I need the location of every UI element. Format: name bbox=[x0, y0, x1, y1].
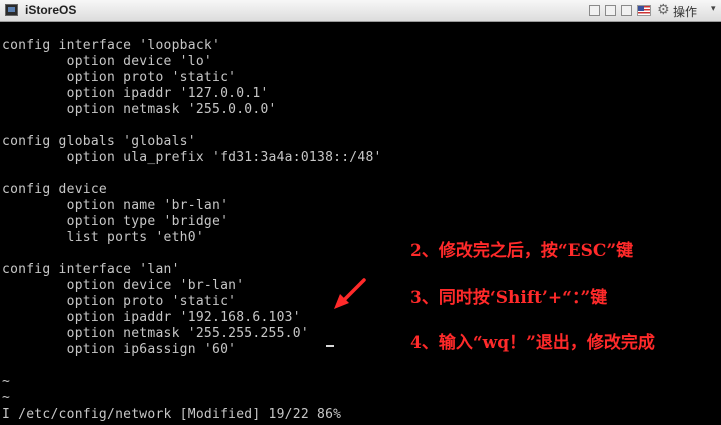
annotation-step-3: 3、同时按‘Shift’+“：”键 bbox=[410, 288, 608, 308]
terminal-line: option ip6assign '60' bbox=[2, 342, 237, 357]
terminal-line: option netmask '255.0.0.0' bbox=[2, 102, 277, 117]
chevron-down-icon[interactable]: ▾ bbox=[711, 4, 716, 14]
annotation-step-2: 2、修改完之后，按“ESC”键 bbox=[410, 241, 634, 261]
window-title: iStoreOS bbox=[25, 3, 77, 17]
terminal-line: option ula_prefix 'fd31:3a4a:0138::/48' bbox=[2, 150, 382, 165]
terminal-icon bbox=[5, 4, 18, 16]
terminal-line: option proto 'static' bbox=[2, 70, 237, 85]
window-control-button[interactable] bbox=[605, 5, 616, 16]
terminal-line: option device 'br-lan' bbox=[2, 278, 245, 293]
red-arrow-icon bbox=[334, 278, 366, 309]
terminal-line: option type 'bridge' bbox=[2, 214, 229, 229]
window-control-button[interactable] bbox=[621, 5, 632, 16]
terminal-line: option device 'lo' bbox=[2, 54, 212, 69]
terminal-screen[interactable]: config interface 'loopback' option devic… bbox=[0, 22, 721, 425]
vim-status-line: I /etc/config/network [Modified] 19/22 8… bbox=[2, 407, 342, 422]
terminal-line: config device bbox=[2, 182, 107, 197]
terminal-line: option ipaddr '127.0.0.1' bbox=[2, 86, 269, 101]
terminal-line: config interface 'lan' bbox=[2, 262, 180, 277]
terminal-line: ~ bbox=[2, 374, 11, 389]
operation-menu[interactable]: 操作 bbox=[673, 3, 697, 20]
window-titlebar: iStoreOS ⚙ 操作 ▾ bbox=[0, 0, 721, 22]
annotation-step-4: 4、输入“wq！”退出，修改完成 bbox=[410, 333, 655, 353]
terminal-line: config globals 'globals' bbox=[2, 134, 196, 149]
terminal-line: config interface 'loopback' bbox=[2, 38, 221, 53]
terminal-line: option name 'br-lan' bbox=[2, 198, 229, 213]
terminal-line: option ipaddr '192.168.6.103' bbox=[2, 310, 301, 325]
us-flag-icon[interactable] bbox=[637, 5, 651, 16]
window-control-button[interactable] bbox=[589, 5, 600, 16]
terminal-line: option netmask '255.255.255.0' bbox=[2, 326, 309, 341]
terminal-line: option proto 'static' bbox=[2, 294, 237, 309]
gear-icon[interactable]: ⚙ bbox=[657, 3, 671, 17]
terminal-line: list ports 'eth0' bbox=[2, 230, 204, 245]
terminal-line: ~ bbox=[2, 390, 11, 405]
text-cursor bbox=[326, 345, 334, 347]
